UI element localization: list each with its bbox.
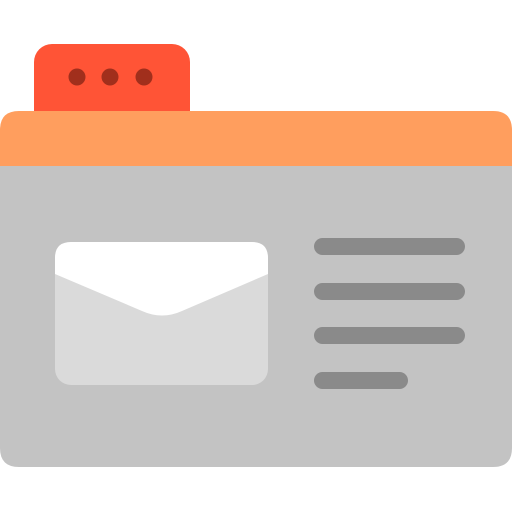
text-line xyxy=(314,283,465,300)
tab-dot xyxy=(101,68,119,86)
text-line xyxy=(314,238,465,255)
email-folder-icon xyxy=(0,44,512,467)
text-line xyxy=(314,372,408,389)
email-folder-icon-canvas xyxy=(0,0,512,512)
tab-dot xyxy=(135,68,153,86)
text-line xyxy=(314,327,465,344)
folder-header-bar xyxy=(0,111,512,166)
tab-dot xyxy=(68,68,86,86)
envelope-icon xyxy=(55,242,268,385)
